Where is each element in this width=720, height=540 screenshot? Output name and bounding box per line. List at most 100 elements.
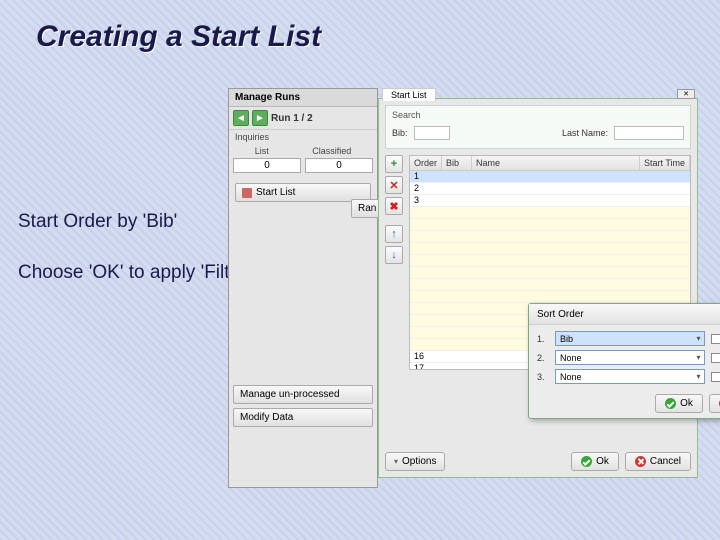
list-value: 0 bbox=[233, 158, 301, 173]
order-cell: 1 bbox=[410, 171, 442, 182]
options-button[interactable]: ▾ Options bbox=[385, 452, 445, 471]
order-cell bbox=[410, 315, 442, 326]
sort-row-3: 3. None ▾ Descending bbox=[537, 369, 720, 384]
run-navigation: ◄ ► Run 1 / 2 bbox=[229, 107, 377, 130]
cancel-label: Cancel bbox=[650, 456, 681, 467]
inquiries-label: Inquiries bbox=[229, 130, 377, 144]
sort-desc-checkbox-2[interactable] bbox=[711, 353, 720, 363]
options-label: Options bbox=[402, 456, 436, 467]
order-cell bbox=[410, 339, 442, 350]
instruction-line-1: Start Order by 'Bib' bbox=[18, 210, 250, 235]
order-cell: 16 bbox=[410, 351, 442, 362]
instruction-text: Start Order by 'Bib' Choose 'OK' to appl… bbox=[18, 210, 250, 311]
sort-field-2[interactable]: None ▾ bbox=[555, 350, 705, 365]
col-name[interactable]: Name bbox=[472, 156, 640, 170]
run-next-button[interactable]: ► bbox=[252, 110, 268, 126]
last-name-input[interactable] bbox=[614, 126, 684, 140]
table-row[interactable] bbox=[410, 243, 690, 255]
order-cell bbox=[410, 207, 442, 218]
table-row[interactable] bbox=[410, 279, 690, 291]
ok-icon bbox=[665, 398, 676, 409]
add-button[interactable]: + bbox=[385, 155, 403, 173]
order-cell bbox=[410, 267, 442, 278]
move-down-button[interactable]: ↓ bbox=[385, 246, 403, 264]
bib-input[interactable] bbox=[414, 126, 450, 140]
start-list-window: Start List ✕ Search Bib: Last Name: + ✕ … bbox=[378, 98, 698, 478]
chevron-down-icon: ▾ bbox=[394, 457, 398, 466]
manage-unprocessed-button[interactable]: Manage un-processed bbox=[233, 385, 373, 404]
ok-label: Ok bbox=[596, 456, 609, 467]
sort-field-2-value: None bbox=[560, 353, 582, 363]
table-row[interactable]: 3 bbox=[410, 195, 690, 207]
run-label: Run 1 / 2 bbox=[271, 113, 313, 124]
sort-order-title: Sort Order bbox=[537, 309, 584, 320]
ran-button-label: Ran bbox=[358, 203, 376, 214]
toolbar: + ✕ ✖ ↑ ↓ bbox=[385, 155, 405, 370]
move-up-button[interactable]: ↑ bbox=[385, 225, 403, 243]
col-bib[interactable]: Bib bbox=[442, 156, 472, 170]
instruction-line-2: Choose 'OK' to apply 'Filter' bbox=[18, 261, 250, 286]
sort-field-3-value: None bbox=[560, 372, 582, 382]
search-panel: Search Bib: Last Name: bbox=[385, 105, 691, 149]
list-column-label: List bbox=[255, 146, 269, 156]
sort-cancel-button[interactable]: Cancel bbox=[709, 394, 720, 413]
run-prev-button[interactable]: ◄ bbox=[233, 110, 249, 126]
col-order[interactable]: Order bbox=[410, 156, 442, 170]
ok-icon bbox=[581, 456, 592, 467]
ok-button[interactable]: Ok bbox=[571, 452, 619, 471]
table-row[interactable]: 1 bbox=[410, 171, 690, 183]
sort-ok-button[interactable]: Ok bbox=[655, 394, 703, 413]
table-row[interactable] bbox=[410, 267, 690, 279]
sort-ok-label: Ok bbox=[680, 398, 693, 409]
start-list-footer: ▾ Options Ok Cancel bbox=[385, 452, 691, 471]
order-cell bbox=[410, 255, 442, 266]
sort-desc-checkbox-3[interactable] bbox=[711, 372, 720, 382]
sort-field-3[interactable]: None ▾ bbox=[555, 369, 705, 384]
order-cell: 3 bbox=[410, 195, 442, 206]
table-row[interactable] bbox=[410, 231, 690, 243]
sort-desc-checkbox-1[interactable] bbox=[711, 334, 720, 344]
start-list-tab[interactable]: Start List bbox=[382, 88, 436, 101]
col-start-time[interactable]: Start Time bbox=[640, 156, 690, 170]
sort-num-3: 3. bbox=[537, 372, 549, 382]
order-cell bbox=[410, 219, 442, 230]
order-cell: 17 bbox=[410, 363, 442, 369]
sort-num-2: 2. bbox=[537, 353, 549, 363]
search-title: Search bbox=[392, 110, 684, 120]
order-cell bbox=[410, 327, 442, 338]
order-cell bbox=[410, 279, 442, 290]
classified-column-label: Classified bbox=[312, 146, 351, 156]
app-screenshot: Manage Runs ◄ ► Run 1 / 2 Inquiries List… bbox=[228, 88, 698, 488]
order-cell bbox=[410, 291, 442, 302]
start-list-close-button[interactable]: ✕ bbox=[677, 89, 695, 99]
cancel-icon bbox=[635, 456, 646, 467]
manage-runs-header: Manage Runs bbox=[229, 89, 377, 107]
remove-button[interactable]: ✕ bbox=[385, 176, 403, 194]
table-row[interactable] bbox=[410, 219, 690, 231]
order-cell: 2 bbox=[410, 183, 442, 194]
cancel-button[interactable]: Cancel bbox=[625, 452, 691, 471]
order-cell bbox=[410, 303, 442, 314]
start-list-button-label: Start List bbox=[256, 187, 295, 198]
manage-unprocessed-label: Manage un-processed bbox=[240, 389, 340, 400]
sort-row-2: 2. None ▾ Descending bbox=[537, 350, 720, 365]
sort-num-1: 1. bbox=[537, 334, 549, 344]
order-cell bbox=[410, 231, 442, 242]
remove-all-button[interactable]: ✖ bbox=[385, 197, 403, 215]
sort-field-1-value: Bib bbox=[560, 334, 573, 344]
table-row[interactable] bbox=[410, 291, 690, 303]
chevron-down-icon: ▾ bbox=[696, 372, 700, 381]
manage-runs-panel: Manage Runs ◄ ► Run 1 / 2 Inquiries List… bbox=[228, 88, 378, 488]
ran-button[interactable]: Ran bbox=[351, 199, 381, 218]
table-row[interactable] bbox=[410, 207, 690, 219]
bib-label: Bib: bbox=[392, 128, 408, 138]
table-row[interactable]: 2 bbox=[410, 183, 690, 195]
slide-title: Creating a Start List bbox=[0, 0, 720, 54]
chevron-down-icon: ▾ bbox=[696, 334, 700, 343]
sort-field-1[interactable]: Bib ▾ bbox=[555, 331, 705, 346]
table-header: Order Bib Name Start Time bbox=[410, 156, 690, 171]
last-name-label: Last Name: bbox=[562, 128, 608, 138]
start-list-icon bbox=[242, 188, 252, 198]
modify-data-button[interactable]: Modify Data bbox=[233, 408, 373, 427]
table-row[interactable] bbox=[410, 255, 690, 267]
